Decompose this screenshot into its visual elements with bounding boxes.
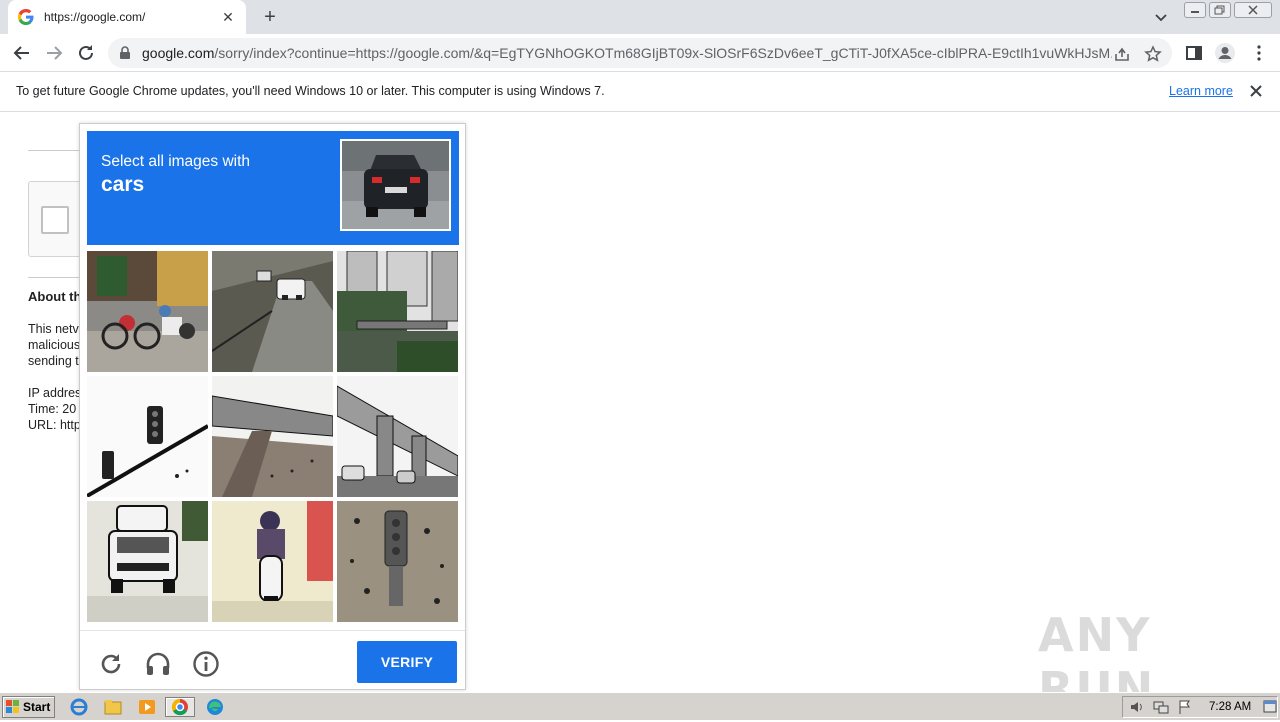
anyrun-watermark: ANY RUN [1038,608,1238,716]
media-player-icon[interactable] [136,697,158,717]
file-explorer-icon[interactable] [102,697,124,717]
network-icon[interactable] [1153,699,1169,720]
forward-arrow-icon[interactable] [42,42,66,64]
time-line: Time: 20 [28,402,77,416]
ip-address-line: IP addres [28,386,82,400]
volume-icon[interactable] [1129,699,1145,720]
url-path: /sorry/index?continue=https://google.com… [214,45,1112,61]
windows-logo-icon [6,700,19,713]
reload-challenge-icon[interactable] [97,650,125,678]
profile-avatar-icon[interactable] [1214,42,1236,64]
info-line: malicious [28,338,81,352]
share-icon[interactable] [1113,45,1131,63]
reload-icon[interactable] [74,42,98,64]
infobar-message: To get future Google Chrome updates, you… [16,84,605,98]
captcha-challenge-dialog: Select all images with cars VERIFY [79,123,466,690]
challenge-target: cars [101,173,145,196]
request-details: IP addres Time: 20 URL: http [28,385,81,433]
start-button[interactable]: Start [2,696,55,718]
close-window-button[interactable] [1234,2,1272,18]
restore-button[interactable] [1209,2,1231,18]
tab-close-icon[interactable]: ✕ [220,9,236,25]
info-line: This netv [28,322,79,336]
image-tile-grid [87,251,459,623]
challenge-instruction: Select all images with [101,153,251,170]
url-text[interactable]: google.com/sorry/index?continue=https://… [142,45,1112,61]
lock-icon[interactable] [118,46,132,65]
menu-kebab-icon[interactable] [1248,42,1270,64]
image-tile[interactable] [212,501,333,622]
info-paragraph: This netv malicious sending t [28,321,80,369]
bookmark-star-icon[interactable] [1144,45,1162,63]
google-favicon-icon [18,9,34,25]
audio-challenge-headphones-icon[interactable] [144,650,172,678]
recaptcha-checkbox[interactable] [41,206,69,234]
minimize-button[interactable] [1184,2,1206,18]
system-tray: 7:28 AM [1122,696,1278,718]
image-tile[interactable] [212,251,333,372]
info-icon[interactable] [192,650,220,678]
update-infobar: To get future Google Chrome updates, you… [0,72,1280,112]
browser-toolbar: google.com/sorry/index?continue=https://… [0,34,1280,72]
verify-button[interactable]: VERIFY [357,641,457,683]
back-arrow-icon[interactable] [10,42,34,64]
about-heading: About th [28,289,82,304]
image-tile[interactable] [87,501,208,622]
browser-tab[interactable]: https://google.com/ ✕ [8,0,246,34]
challenge-footer: VERIFY [80,630,465,690]
challenge-header: Select all images with cars [87,131,459,245]
internet-explorer-icon[interactable] [68,697,90,717]
info-line: sending t [28,354,79,368]
image-tile[interactable] [337,376,458,497]
start-label: Start [23,700,51,714]
image-tile[interactable] [337,501,458,622]
infobar-close-icon[interactable] [1248,82,1264,100]
tab-search-chevron-icon[interactable] [1152,8,1170,26]
sample-car-image [340,139,451,231]
image-tile[interactable] [337,251,458,372]
taskbar-clock[interactable]: 7:28 AM [1209,701,1251,713]
tab-title: https://google.com/ [44,10,146,24]
show-desktop-icon[interactable] [1263,699,1277,720]
learn-more-link[interactable]: Learn more [1169,84,1233,98]
new-tab-button[interactable]: + [258,6,282,28]
image-tile[interactable] [87,376,208,497]
image-tile[interactable] [212,376,333,497]
action-center-flag-icon[interactable] [1177,699,1193,720]
address-bar[interactable]: google.com/sorry/index?continue=https://… [108,38,1172,68]
url-line: URL: http [28,418,81,432]
chrome-taskbar-icon[interactable] [165,697,195,717]
image-tile[interactable] [87,251,208,372]
windows-taskbar: Start 7:28 AM [0,692,1280,720]
tab-strip: https://google.com/ ✕ + [0,0,1280,34]
edge-icon[interactable] [204,697,226,717]
side-panel-icon[interactable] [1183,42,1205,64]
url-host: google.com [142,45,215,61]
